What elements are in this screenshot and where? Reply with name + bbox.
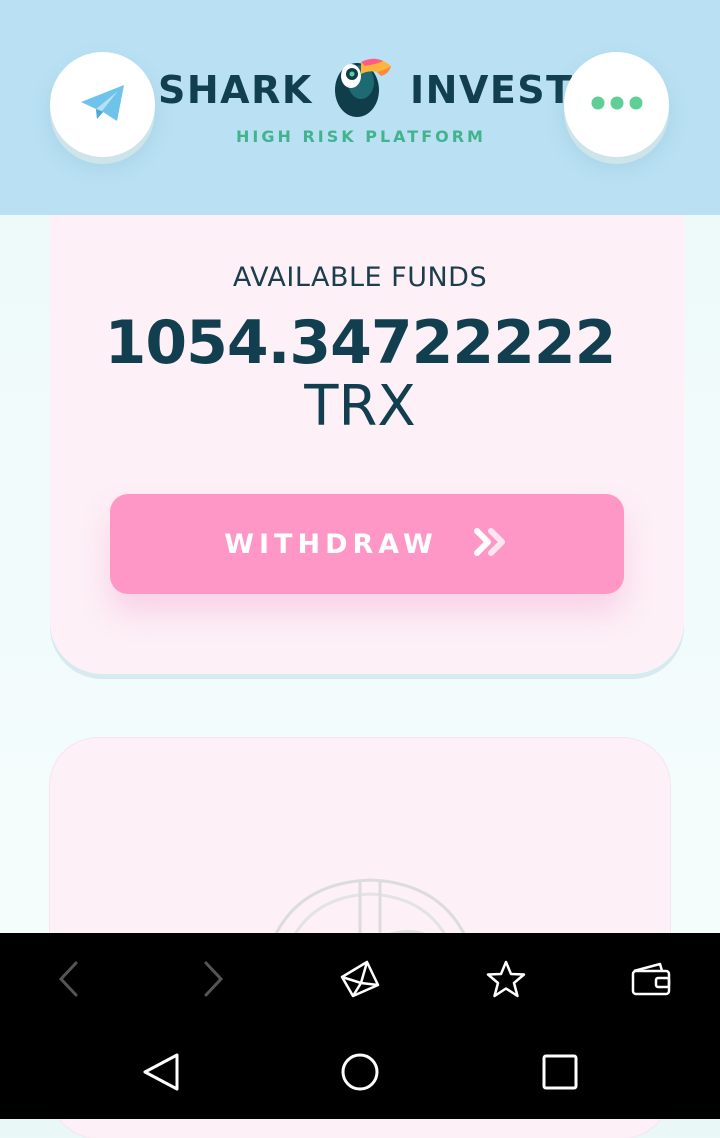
double-chevron-right-icon xyxy=(473,528,510,560)
more-menu-button[interactable] xyxy=(564,52,669,157)
back-triangle-icon[interactable] xyxy=(138,1049,184,1095)
home-circle-icon[interactable] xyxy=(337,1049,383,1095)
system-navigation-bar xyxy=(0,1025,720,1119)
toucan-logo-icon xyxy=(333,52,395,120)
withdraw-button[interactable]: WITHDRAW xyxy=(110,494,624,594)
brand-tagline: HIGH RISK PLATFORM xyxy=(236,127,486,146)
forward-arrow-icon[interactable] xyxy=(194,957,234,1001)
more-dots-icon xyxy=(590,95,644,115)
funds-amount: 1054.34722222 xyxy=(104,308,617,378)
app-header: SHARK INVEST HIGH RISK PLATFORM xyxy=(0,0,720,215)
back-arrow-icon[interactable] xyxy=(48,957,88,1001)
brand-word-invest: INVEST xyxy=(410,68,574,112)
funds-currency: TRX xyxy=(304,374,416,439)
telegram-icon xyxy=(78,81,128,129)
brand-logo[interactable]: SHARK INVEST HIGH RISK PLATFORM xyxy=(158,50,572,150)
brand-word-shark: SHARK xyxy=(158,68,313,112)
browser-toolbar xyxy=(0,933,720,1025)
crystal-icon[interactable] xyxy=(336,955,384,1003)
withdraw-label: WITHDRAW xyxy=(224,528,438,560)
wallet-icon[interactable] xyxy=(626,955,676,1003)
star-icon[interactable] xyxy=(482,955,530,1003)
available-funds-label: AVAILABLE FUNDS xyxy=(232,262,488,293)
telegram-button[interactable] xyxy=(50,52,155,157)
recents-square-icon[interactable] xyxy=(537,1049,583,1095)
